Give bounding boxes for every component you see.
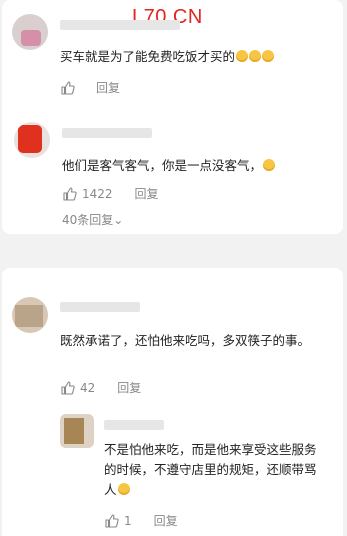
comment-text-body: 他们是客气客气，你是一点没客气， [62,158,263,173]
blurred-username[interactable] [104,420,164,430]
view-more-replies-link[interactable]: 40条回复⌄ [62,211,123,228]
thumbs-up-icon[interactable] [60,380,76,396]
comment-actions: 回复 [60,79,120,96]
laugh-emoji-icon [263,159,276,171]
comment-actions: 1 回复 [104,512,178,529]
reply-text-body: 不是怕他来吃，而是他来享受这些服务的时候，不遵守店里的规矩，还顺带骂人 [104,442,317,497]
thumbs-up-icon[interactable] [60,80,76,96]
comment-text: 既然承诺了，还怕他来吃吗，多双筷子的事。 [60,333,311,348]
reply-button[interactable]: 回复 [96,79,120,96]
avatar[interactable] [12,297,48,333]
comment-actions: 42 回复 [60,379,141,396]
avatar[interactable] [60,414,94,448]
avatar[interactable] [14,122,50,158]
laugh-emoji-icon [236,50,249,62]
reply-button[interactable]: 回复 [135,185,159,202]
comment-text: 他们是客气客气，你是一点没客气， [62,156,332,176]
reply-text: 不是怕他来吃，而是他来享受这些服务的时候，不遵守店里的规矩，还顺带骂人 [104,440,324,500]
laugh-emoji-icon [249,50,262,62]
comment-text: 买车就是为了能免费吃饭才买的 [60,47,320,67]
avatar[interactable] [12,14,48,50]
laugh-emoji-icon [262,50,275,62]
like-count: 1 [124,513,132,528]
blurred-username[interactable] [62,128,152,138]
thumbs-up-icon[interactable] [62,186,78,202]
comment-text-body: 买车就是为了能免费吃饭才买的 [60,49,236,64]
blurred-username[interactable] [60,20,180,30]
like-count: 1422 [82,186,113,201]
comment-actions: 1422 回复 [62,185,159,202]
comment-thread: L70.CN 买车就是为了能免费吃饭才买的 回复 他们是客气客气，你是一点没客气… [0,0,347,536]
blurred-username[interactable] [60,302,140,312]
thumbs-up-icon[interactable] [104,513,120,529]
reply-button[interactable]: 回复 [117,379,141,396]
comment-card: L70.CN [2,0,343,234]
reply-button[interactable]: 回复 [154,512,178,529]
like-count: 42 [80,380,96,395]
laugh-emoji-icon [117,483,130,495]
